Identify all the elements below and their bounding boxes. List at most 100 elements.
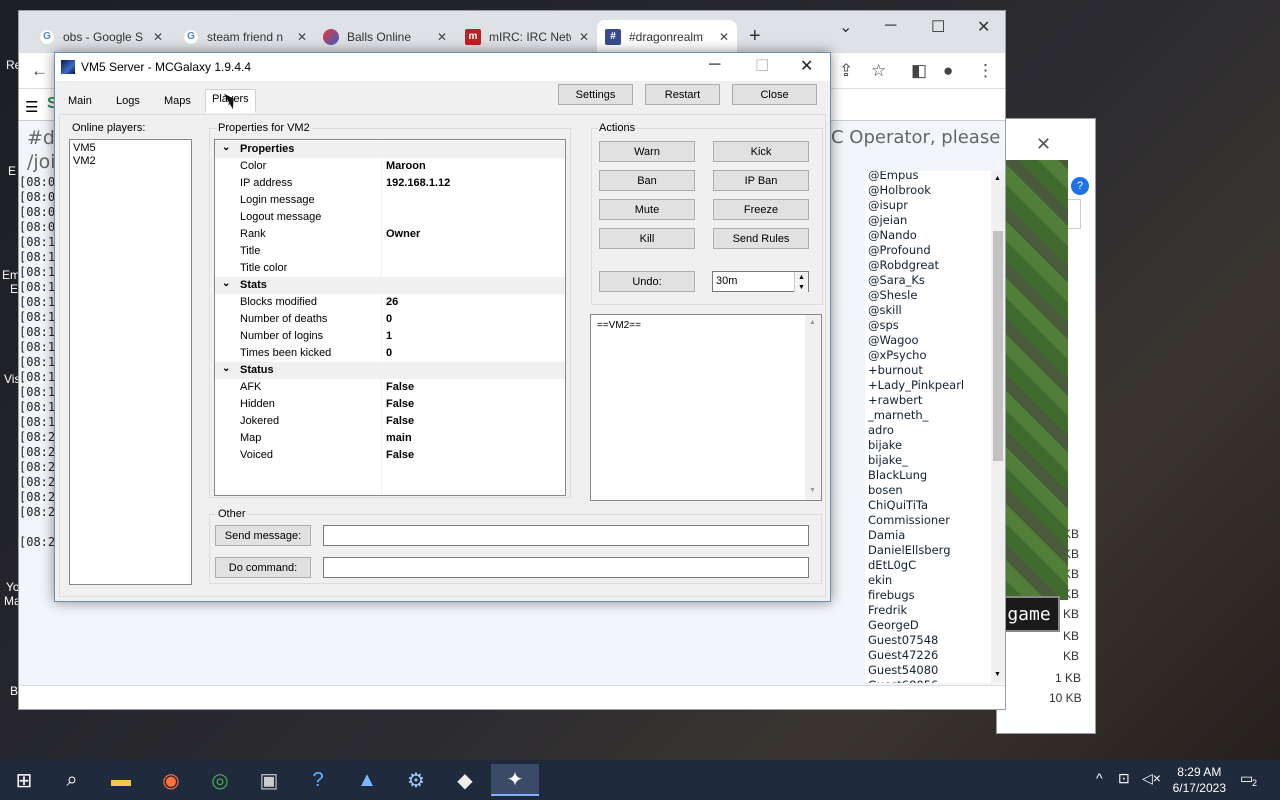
browser-tab[interactable]: G steam friend n ✕ [175, 20, 315, 53]
clock[interactable]: 8:29 AM 6/17/2023 [1173, 764, 1226, 796]
nick-list-item[interactable]: @skill [865, 303, 999, 318]
nick-list-item[interactable]: GeorgeD [865, 618, 999, 633]
property-category[interactable]: ⌄ Status [215, 362, 565, 379]
property-value[interactable]: False [386, 381, 414, 393]
property-value[interactable]: False [386, 415, 414, 427]
property-grid[interactable]: ⌄ Properties Color Maroon IP address 192.168.… [214, 139, 566, 496]
property-row[interactable]: Jokered False [215, 413, 565, 430]
settings-button[interactable]: Settings [558, 84, 633, 105]
property-row[interactable]: IP address 192.168.1.12 [215, 175, 565, 192]
property-value[interactable]: False [386, 398, 414, 410]
property-row[interactable]: Title color [215, 260, 565, 277]
nick-list-item[interactable]: @Robdgreat [865, 258, 999, 273]
photos-icon[interactable]: ▲ [351, 764, 383, 796]
warn-button[interactable]: Warn [599, 141, 695, 162]
nick-list-item[interactable]: Guest47226 [865, 648, 999, 663]
collapse-chevron-icon[interactable]: ⌄ [222, 142, 230, 153]
property-value[interactable]: 1 [386, 330, 392, 342]
scroll-up-icon[interactable]: ▲ [809, 319, 816, 326]
property-value[interactable]: main [386, 432, 412, 444]
profile-icon[interactable]: ● [943, 61, 953, 81]
ban-button[interactable]: Ban [599, 170, 695, 191]
nick-list-scrollbar[interactable]: ▲ ▼ [991, 171, 1005, 683]
nick-list-item[interactable]: Guest68056 [865, 678, 999, 683]
player-log-box[interactable]: ==VM2== ▲ ▼ [590, 314, 822, 501]
property-row[interactable]: Blocks modified 26 [215, 294, 565, 311]
property-value[interactable]: 26 [386, 296, 398, 308]
nick-list-item[interactable]: ekin [865, 573, 999, 588]
new-tab-button[interactable]: + [749, 25, 761, 48]
share-icon[interactable]: ⇪ [839, 61, 853, 81]
property-row[interactable]: Map main [215, 430, 565, 447]
collapse-chevron-icon[interactable]: ⌄ [222, 278, 230, 289]
cube-app-icon[interactable]: ◆ [449, 764, 481, 796]
log-scrollbar[interactable]: ▲ ▼ [805, 315, 821, 500]
scroll-up-icon[interactable]: ▲ [994, 175, 1001, 182]
nick-list-item[interactable]: +burnout [865, 363, 999, 378]
property-row[interactable]: Hidden False [215, 396, 565, 413]
property-row[interactable]: Logout message [215, 209, 565, 226]
property-row[interactable]: Login message [215, 192, 565, 209]
nick-list-item[interactable]: _marneth_ [865, 408, 999, 423]
nick-list-item[interactable]: @Nando [865, 228, 999, 243]
nick-list-item[interactable]: BlackLung [865, 468, 999, 483]
list-item[interactable]: VM5 [70, 140, 191, 155]
nick-list-item[interactable]: @Profound [865, 243, 999, 258]
browser-tab-active[interactable]: # #dragonrealm ✕ [597, 20, 737, 53]
mute-button[interactable]: Mute [599, 199, 695, 220]
menu-dots-icon[interactable]: ⋮ [977, 61, 994, 81]
tab-main[interactable]: Main [61, 91, 99, 113]
browser-tab[interactable]: Balls Online ✕ [315, 20, 455, 53]
nick-list-item[interactable]: Commissioner [865, 513, 999, 528]
minimize-icon[interactable]: ─ [885, 17, 896, 35]
browser-tab[interactable]: G obs - Google S ✕ [31, 20, 171, 53]
nick-list-item[interactable]: bosen [865, 483, 999, 498]
property-row[interactable]: AFK False [215, 379, 565, 396]
browser-tab[interactable]: m mIRC: IRC Netw ✕ [457, 20, 597, 53]
network-icon[interactable]: ⊡ [1118, 770, 1130, 787]
send-rules-button[interactable]: Send Rules [713, 228, 809, 249]
nick-list-item[interactable]: Damia [865, 528, 999, 543]
show-hidden-icons[interactable]: ^ [1096, 770, 1103, 786]
spin-up-icon[interactable]: ▲ [794, 272, 808, 282]
nick-list-item[interactable]: @Holbrook [865, 183, 999, 198]
property-row[interactable]: Number of logins 1 [215, 328, 565, 345]
tab-logs[interactable]: Logs [109, 91, 147, 113]
nick-list-item[interactable]: adro [865, 423, 999, 438]
undo-button[interactable]: Undo: [599, 271, 695, 292]
nick-list-item[interactable]: Guest07548 [865, 633, 999, 648]
property-category[interactable]: ⌄ Stats [215, 277, 565, 294]
property-value[interactable]: 192.168.1.12 [386, 177, 450, 189]
nick-list-item[interactable]: bijake_ [865, 453, 999, 468]
property-value[interactable]: 0 [386, 347, 392, 359]
property-value[interactable]: 0 [386, 313, 392, 325]
kick-button[interactable]: Kick [713, 141, 809, 162]
spin-down-icon[interactable]: ▼ [794, 282, 808, 292]
nick-list-item[interactable]: @Shesle [865, 288, 999, 303]
close-button[interactable]: Close [732, 84, 817, 105]
property-row[interactable]: Color Maroon [215, 158, 565, 175]
close-tab-icon[interactable]: ✕ [437, 30, 447, 44]
send-message-input[interactable] [323, 525, 809, 546]
steam-icon[interactable]: ⚙ [400, 764, 432, 796]
nick-list-item[interactable]: @sps [865, 318, 999, 333]
nick-list-item[interactable]: @Wagoo [865, 333, 999, 348]
nick-list[interactable]: @Empus @Holbrook @isupr @jeian @Nando @Profou… [865, 171, 999, 683]
nick-list-item[interactable]: DanielEllsberg [865, 543, 999, 558]
scroll-down-icon[interactable]: ▼ [809, 487, 816, 494]
property-value[interactable]: Maroon [386, 160, 426, 172]
property-row[interactable]: Voiced False [215, 447, 565, 464]
hamburger-menu-icon[interactable]: ☰ [25, 98, 38, 116]
windows-start-icon[interactable]: ⊞ [8, 764, 40, 796]
nick-list-item[interactable]: +rawbert [865, 393, 999, 408]
property-value[interactable]: Owner [386, 228, 420, 240]
nick-list-item[interactable]: @isupr [865, 198, 999, 213]
firefox-icon[interactable]: ◉ [155, 764, 187, 796]
ip-ban-button[interactable]: IP Ban [713, 170, 809, 191]
nick-list-item[interactable]: ChiQuiTiTa [865, 498, 999, 513]
game-button[interactable]: game [998, 596, 1060, 632]
do-command-button[interactable]: Do command: [215, 557, 311, 578]
close-tab-icon[interactable]: ✕ [719, 30, 729, 44]
back-icon[interactable]: ← [31, 61, 48, 81]
online-players-list[interactable]: VM5 VM2 [69, 139, 192, 585]
